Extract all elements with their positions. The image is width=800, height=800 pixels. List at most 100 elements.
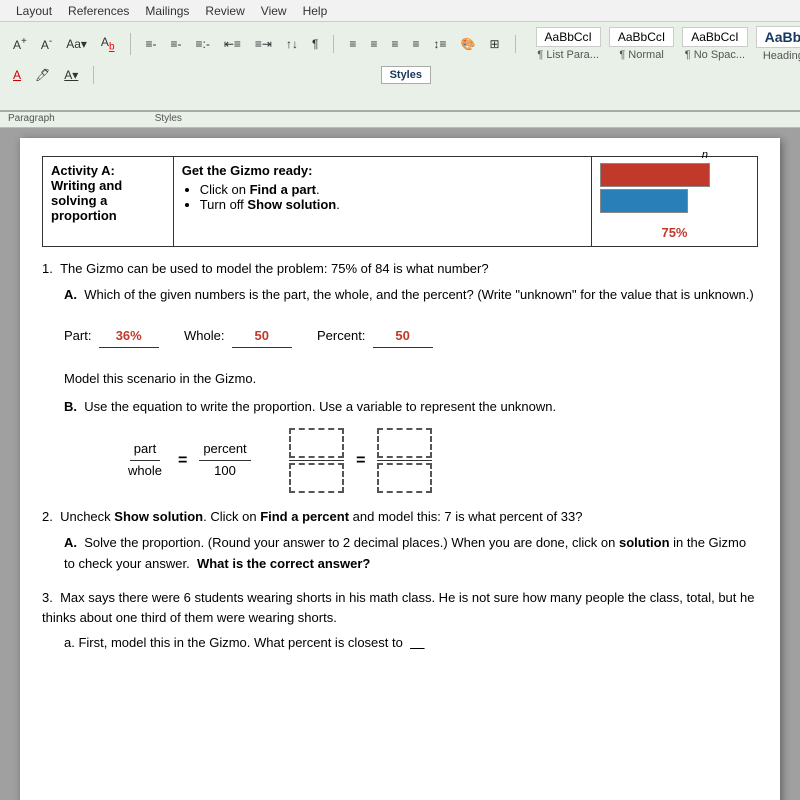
menu-references[interactable]: References (60, 2, 137, 20)
q3-partial: a. First, model this in the Gizmo. What … (64, 633, 758, 654)
activity-label: Activity A: (51, 163, 115, 178)
line-spacing-btn[interactable]: ↕≡ (428, 35, 451, 53)
menu-view[interactable]: View (253, 2, 295, 20)
q2a-text: Solve the proportion. (Round your answer… (64, 535, 746, 571)
q1-num: 1. (42, 261, 53, 276)
styles-panel-title: Styles (381, 66, 431, 84)
shading-btn[interactable]: 🎨 (456, 35, 481, 53)
instruction-1: Click on Find a part. (200, 182, 583, 197)
fraction-numerator: part (130, 439, 160, 461)
style-heading1[interactable]: AaBbC Heading 1 (756, 26, 800, 62)
style-nospace[interactable]: AaBbCcI ¶ No Spac... (682, 27, 747, 61)
equals-sign-2: = (356, 448, 365, 474)
highlight-btn[interactable]: 🖊 (30, 66, 55, 84)
font-format-section: A 🖊 A▾ (8, 66, 94, 84)
activity-instructions-cell: Get the Gizmo ready: Click on Find a par… (173, 157, 591, 247)
style-heading1-item[interactable]: AaBbC (756, 26, 800, 48)
fraction2-denominator: 100 (210, 461, 240, 482)
styles-section-label: Styles (155, 113, 182, 124)
activity-table: Activity A: Writing and solving a propor… (42, 156, 758, 247)
font-case-btn[interactable]: Aa▾ (61, 35, 92, 53)
show-para-btn[interactable]: ¶ (307, 35, 323, 53)
gizmo-image: n (600, 163, 710, 223)
model-text: Model this scenario in the Gizmo. (64, 371, 256, 386)
style-heading1-label: AaBbC (765, 29, 800, 45)
font-grow-btn[interactable]: A+ (8, 34, 32, 54)
whole-label: Whole: (184, 328, 224, 343)
border-btn[interactable]: ⊞ (484, 35, 504, 53)
question-1: 1. The Gizmo can be used to model the pr… (42, 259, 758, 493)
style-normal-item[interactable]: AaBbCcI (609, 27, 674, 47)
sort-btn[interactable]: ↑↓ (281, 35, 303, 53)
dashed-fraction-right (377, 428, 432, 493)
part-label: Part: (64, 328, 91, 343)
q1a-text: Which of the given numbers is the part, … (84, 287, 753, 302)
menu-layout[interactable]: Layout (8, 2, 60, 20)
menu-help[interactable]: Help (295, 2, 336, 20)
q1-sub-b: B. Use the equation to write the proport… (64, 397, 758, 493)
style-nospace-label: AaBbCcI (691, 30, 738, 44)
increase-indent-btn[interactable]: ≡⇥ (250, 35, 277, 53)
fraction2-numerator: percent (199, 439, 250, 461)
q2-num: 2. (42, 509, 53, 524)
q3-text: 3. Max says there were 6 students wearin… (42, 588, 758, 627)
menu-review[interactable]: Review (197, 2, 252, 20)
q3-partial-text: a. First, model this in the Gizmo. What … (64, 635, 403, 650)
align-section: ≡ ≡ ≡ ≡ ↕≡ 🎨 ⊞ (344, 35, 515, 53)
gizmo-red-bar (600, 163, 710, 187)
q2-sub-a: A. Solve the proportion. (Round your ans… (64, 533, 758, 575)
fraction-denominator: whole (124, 461, 166, 482)
ribbon-section-spacer (104, 70, 376, 81)
q2-text: 2. Uncheck Show solution. Click on Find … (42, 507, 758, 527)
bullets-btn[interactable]: ≡- (141, 35, 162, 53)
align-right-btn[interactable]: ≡ (386, 35, 403, 53)
paragraph-section: ≡- ≡- ≡:- ⇤≡ ≡⇥ ↑↓ ¶ (141, 35, 335, 53)
style-nospace-item[interactable]: AaBbCcI (682, 27, 747, 47)
font-shrink-btn[interactable]: A- (36, 34, 57, 54)
equals-sign-1: = (178, 448, 187, 474)
align-left-btn[interactable]: ≡ (344, 35, 361, 53)
style-nospace-sublabel: ¶ No Spac... (685, 49, 745, 61)
menu-mailings[interactable]: Mailings (137, 2, 197, 20)
style-listpara-sublabel: ¶ List Para... (537, 49, 599, 61)
align-justify-btn[interactable]: ≡ (407, 35, 424, 53)
multilevel-btn[interactable]: ≡:- (191, 35, 215, 53)
align-center-btn[interactable]: ≡ (365, 35, 382, 53)
dashed-box-top-right (377, 428, 432, 458)
whole-answer: 50 (232, 326, 292, 348)
q1-body: The Gizmo can be used to model the probl… (60, 261, 489, 276)
font-section: A+ A- Aa▾ Ab (8, 33, 131, 54)
style-normal[interactable]: AaBbCcI ¶ Normal (609, 27, 674, 61)
dashed-fraction-left (289, 428, 344, 493)
question-1-text: 1. The Gizmo can be used to model the pr… (42, 259, 758, 279)
activity-subtitle: Writing and solving a proportion (51, 178, 122, 223)
percent-answer: 50 (373, 326, 433, 348)
question-3: 3. Max says there were 6 students wearin… (42, 588, 758, 654)
style-listpara-item[interactable]: AaBbCcI (536, 27, 601, 47)
dashed-box-top-left (289, 428, 344, 458)
instruction-2: Turn off Show solution. (200, 197, 583, 212)
font-clear-btn[interactable]: Ab (96, 33, 120, 54)
q2a-label: A. (64, 535, 77, 550)
style-heading1-sublabel: Heading 1 (763, 50, 800, 62)
gizmo-blue-bar (600, 189, 688, 213)
q1-sub-a: A. Which of the given numbers is the par… (64, 285, 758, 390)
numbering-btn[interactable]: ≡- (166, 35, 187, 53)
part-answer: 36% (99, 326, 159, 348)
styles-section: AaBbCcI ¶ List Para... AaBbCcI ¶ Normal … (536, 26, 800, 62)
question-2: 2. Uncheck Show solution. Click on Find … (42, 507, 758, 574)
right-fraction: percent 100 (199, 439, 250, 482)
ribbon: A+ A- Aa▾ Ab ≡- ≡- ≡:- ⇤≡ ≡⇥ ↑↓ ¶ ≡ ≡ ≡ … (0, 22, 800, 112)
decrease-indent-btn[interactable]: ⇤≡ (219, 35, 246, 53)
q1a-label: A. (64, 287, 77, 302)
q3-num: 3. (42, 590, 53, 605)
style-listpara[interactable]: AaBbCcI ¶ List Para... (536, 27, 601, 61)
activity-image-cell: n 75% (591, 157, 757, 247)
font-color2-btn[interactable]: A▾ (59, 66, 83, 84)
section-label-bar: Paragraph Styles (0, 112, 800, 128)
style-normal-label: AaBbCcI (618, 30, 665, 44)
font-color-btn[interactable]: A (8, 66, 26, 84)
q1b-label: B. (64, 399, 77, 414)
instructions-title: Get the Gizmo ready: (182, 163, 313, 178)
activity-label-cell: Activity A: Writing and solving a propor… (43, 157, 174, 247)
